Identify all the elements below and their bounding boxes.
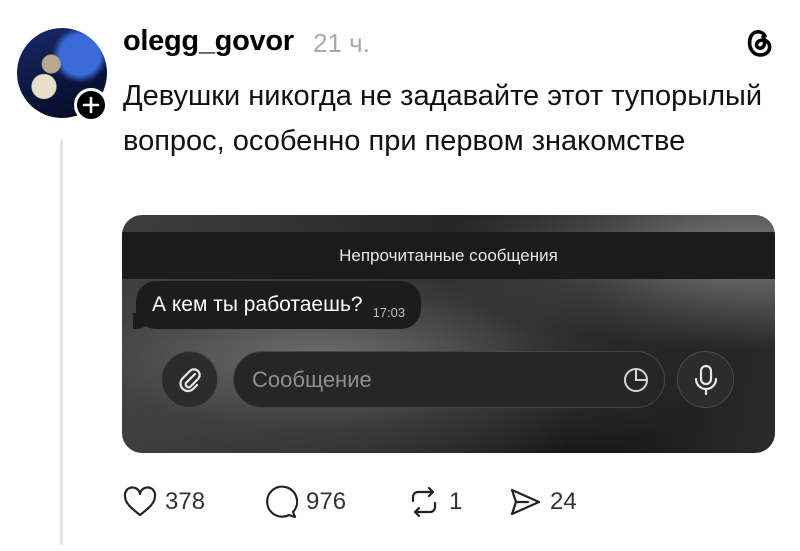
message-input: Сообщение: [233, 351, 665, 408]
message-input-placeholder: Сообщение: [252, 366, 372, 392]
microphone-icon: [694, 364, 717, 395]
attach-button: [161, 351, 218, 408]
share-button[interactable]: 24: [508, 482, 577, 522]
post-media-screenshot[interactable]: Непрочитанные сообщения А кем ты работае…: [122, 215, 775, 453]
comment-icon: [266, 485, 298, 519]
plus-icon: [82, 96, 100, 114]
post-text: Девушки никогда не задавайте этот тупоры…: [123, 80, 763, 157]
microphone-button: [677, 351, 734, 408]
share-count: 24: [550, 488, 577, 515]
follow-button[interactable]: [74, 88, 108, 122]
username[interactable]: olegg_govor: [123, 25, 294, 58]
comment-count: 976: [306, 488, 347, 515]
repost-icon: [411, 486, 437, 518]
thread-line: [60, 140, 63, 545]
like-count: 378: [165, 488, 206, 515]
message-time: 17:03: [372, 304, 406, 320]
send-icon: [510, 488, 541, 516]
message-bubble: А кем ты работаешь? 17:03: [133, 281, 422, 329]
sticker-icon: [624, 368, 648, 392]
threads-logo-icon[interactable]: [738, 22, 778, 62]
heart-icon: [123, 486, 157, 517]
message-text: А кем ты работаешь?: [152, 293, 363, 316]
bubble-tail: [133, 313, 151, 329]
unread-messages-divider: Непрочитанные сообщения: [122, 232, 775, 279]
like-button[interactable]: 378: [123, 482, 205, 522]
comment-button[interactable]: 976: [264, 482, 346, 522]
repost-count: 1: [449, 488, 463, 515]
paperclip-icon: [178, 367, 201, 392]
post-time: 21 ч.: [313, 28, 370, 58]
repost-button[interactable]: 1: [407, 482, 462, 522]
